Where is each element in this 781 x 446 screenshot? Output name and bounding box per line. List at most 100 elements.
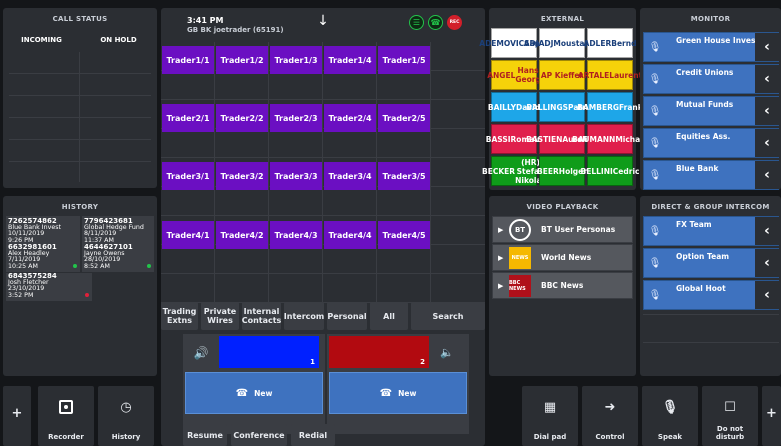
video-item-world-news[interactable]: ▶ NEWS World News (492, 244, 633, 271)
speaker-volume-icon[interactable]: 🔊 (189, 342, 213, 364)
contact-firstname: Hans Georg (515, 66, 541, 84)
tab-private-wires[interactable]: Private Wires (201, 302, 239, 330)
trader-button[interactable]: Trader1/2 (216, 46, 268, 74)
call-status-panel: CALL STATUS INCOMING ON HOLD (3, 8, 157, 188)
intercom-item[interactable]: 🎙 FX Team ‹ (643, 216, 779, 246)
trader-button[interactable]: Trader3/3 (270, 162, 322, 190)
control-label: Control (595, 433, 625, 441)
contact-firstname: Laurent (609, 70, 643, 80)
speaker-out-icon[interactable]: 🔈 (435, 342, 459, 364)
chevron-left-icon[interactable]: ‹ (755, 249, 779, 277)
resume-button[interactable]: Resume (183, 424, 227, 446)
chevron-left-icon[interactable]: ‹ (755, 161, 779, 189)
chevron-left-icon[interactable]: ‹ (755, 217, 779, 245)
monitor-item[interactable]: 🎙 Blue Bank ‹ (643, 160, 779, 190)
history-entry-3[interactable]: 6632981601 Alex Headley 7/11/2019 10:25 … (6, 244, 80, 272)
external-contact-button[interactable]: BELLINI Cedric (581, 156, 639, 186)
record-icon[interactable]: REC (447, 15, 462, 30)
new-call-left-button[interactable]: ☎ New (185, 372, 323, 414)
handset-status-icon[interactable]: ☎ (428, 15, 443, 30)
history-entry-5[interactable]: 6843575284 Josh Fletcher 23/10/2019 3:52… (6, 273, 92, 301)
external-contact-button[interactable]: ARTALE Laurent (578, 60, 642, 90)
intercom-title: DIRECT & GROUP INTERCOM (651, 203, 770, 211)
trader-button[interactable]: Trader1/4 (324, 46, 376, 74)
tab-all[interactable]: All (370, 302, 408, 330)
external-contact-button[interactable]: ADJADJ Moustapha (524, 28, 600, 58)
trader-button[interactable]: Trader1/1 (162, 46, 214, 74)
history-entry-4[interactable]: 4644627101 Jayne Owens 28/10/2019 8:52 A… (82, 244, 154, 272)
video-item-bt[interactable]: ▶ BT BT User Personas (492, 216, 633, 243)
tab-intercom[interactable]: Intercom (284, 302, 324, 330)
collapse-chevron-icon[interactable]: ↓ (311, 12, 335, 32)
tab-internal-contacts[interactable]: Internal Contacts (242, 302, 281, 330)
external-contact-button[interactable]: BECKER (HR) Stefan Nikolas (482, 156, 546, 186)
trader-button[interactable]: Trader3/1 (162, 162, 214, 190)
video-item-bbc-news[interactable]: ▶ BBC NEWS BBC News (492, 272, 633, 299)
trader-button[interactable]: Trader1/3 (270, 46, 322, 74)
do-not-disturb-icon: ☐ (724, 400, 736, 415)
external-contact-button[interactable]: ANGEL Hans Georg (487, 60, 541, 90)
history-button[interactable]: ◷ History (98, 386, 154, 446)
trader-button[interactable]: Trader4/1 (162, 221, 214, 249)
handset-icon: ☎ (379, 387, 393, 399)
bbc-news-logo-icon: BBC NEWS (509, 275, 531, 297)
monitor-panel: MONITOR 🎙 Green House Invest ‹ 🎙 Credit Unio… (640, 8, 781, 190)
intercom-item[interactable]: 🎙 Option Team ‹ (643, 248, 779, 278)
search-button[interactable]: Search (411, 302, 485, 330)
trader-button[interactable]: Trader4/2 (216, 221, 268, 249)
dial-pad-button[interactable]: ▦ Dial pad (522, 386, 578, 446)
tab-personal[interactable]: Personal (327, 302, 367, 330)
trader-button[interactable]: Trader4/4 (324, 221, 376, 249)
speak-button[interactable]: 🎙 Speak (642, 386, 698, 446)
trader-button[interactable]: Trader3/2 (216, 162, 268, 190)
trader-button[interactable]: Trader2/1 (162, 104, 214, 132)
trader-button[interactable]: Trader2/3 (270, 104, 322, 132)
contact-surname: BASTIEN (526, 134, 563, 144)
monitor-item[interactable]: 🎙 Mutual Funds ‹ (643, 96, 779, 126)
bt-logo-icon: BT (509, 219, 531, 241)
external-contact-button[interactable]: BAMBERG Frank (577, 92, 643, 122)
chevron-left-icon[interactable]: ‹ (755, 281, 779, 309)
new-call-right-button[interactable]: ☎ New (329, 372, 467, 414)
monitor-item[interactable]: 🎙 Credit Unions ‹ (643, 64, 779, 94)
monitor-item[interactable]: 🎙 Equities Ass. ‹ (643, 128, 779, 158)
trader-button[interactable]: Trader4/5 (378, 221, 430, 249)
contact-surname: BEER (537, 166, 559, 176)
do-not-disturb-button[interactable]: ☐ Do not disturb (702, 386, 758, 446)
trader-button[interactable]: Trader3/4 (324, 162, 376, 190)
trader-button[interactable]: Trader2/4 (324, 104, 376, 132)
redial-button[interactable]: Redial (291, 424, 335, 446)
handset-right-display: 2 (329, 336, 429, 368)
monitor-item[interactable]: 🎙 Green House Invest ‹ (643, 32, 779, 62)
tab-trading-extns[interactable]: Trading Extns (161, 302, 198, 330)
contact-surname: BECKER (482, 166, 516, 176)
contact-surname: BELLINI (580, 166, 613, 176)
microphone-icon: 🎙 (648, 289, 662, 301)
database-icon[interactable]: ☰ (409, 15, 424, 30)
trader-button[interactable]: Trader2/5 (378, 104, 430, 132)
trader-button[interactable]: Trader3/5 (378, 162, 430, 190)
expand-left-button[interactable]: + (3, 386, 31, 446)
external-contact-button[interactable]: BAUMANN Michael (572, 124, 648, 154)
contact-surname: ANGEL (487, 70, 516, 80)
transfer-mic-icon: ➜ (604, 400, 616, 415)
trader-button[interactable]: Trader2/2 (216, 104, 268, 132)
contact-surname: ADJADJ (523, 38, 554, 48)
external-contact-button[interactable]: ADLER Bernd (584, 28, 636, 58)
monitor-label: Blue Bank (676, 164, 719, 173)
expand-right-button[interactable]: + (762, 386, 781, 446)
trader-button[interactable]: Trader1/5 (378, 46, 430, 74)
chevron-left-icon[interactable]: ‹ (755, 97, 779, 125)
handset-icon: ☎ (235, 387, 249, 399)
chevron-left-icon[interactable]: ‹ (755, 33, 779, 61)
intercom-label: FX Team (676, 220, 712, 229)
control-button[interactable]: ➜ Control (582, 386, 638, 446)
external-contact-button[interactable]: BEER Holger (537, 156, 587, 186)
chevron-left-icon[interactable]: ‹ (755, 65, 779, 93)
history-label: History (111, 433, 141, 441)
trader-button[interactable]: Trader4/3 (270, 221, 322, 249)
intercom-item[interactable]: 🎙 Global Hoot ‹ (643, 280, 779, 310)
recorder-button[interactable]: Recorder (38, 386, 94, 446)
conference-button[interactable]: Conference (231, 424, 287, 446)
chevron-left-icon[interactable]: ‹ (755, 129, 779, 157)
